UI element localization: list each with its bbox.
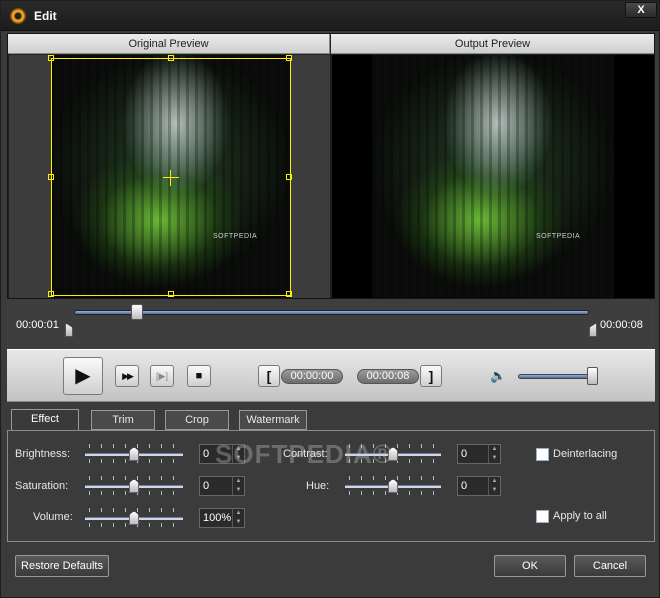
output-video-frame: SOFTPEDIA bbox=[372, 55, 614, 298]
playback-controls: ▶ ▶▶ [▶] ■ [ 00:00:00 00:00:08 ] 🔈 bbox=[7, 349, 655, 402]
fast-forward-icon: ▶▶ bbox=[122, 371, 134, 381]
play-button[interactable]: ▶ bbox=[63, 357, 103, 395]
hue-spinbox[interactable]: 0 ▲ ▼ bbox=[457, 476, 501, 496]
tab-effect[interactable]: Effect bbox=[11, 409, 79, 431]
contrast-value: 0 bbox=[461, 448, 468, 460]
crop-handle-right[interactable] bbox=[286, 174, 292, 180]
close-button[interactable]: X bbox=[625, 2, 657, 18]
contrast-label: Contrast: bbox=[283, 448, 328, 460]
next-frame-button[interactable]: ▶▶ bbox=[115, 365, 139, 387]
app-logo-icon bbox=[10, 8, 26, 24]
trim-start-marker[interactable] bbox=[65, 323, 73, 337]
set-end-button[interactable]: ] bbox=[420, 365, 442, 387]
end-time-display: 00:00:08 bbox=[357, 369, 419, 384]
trim-end-marker[interactable] bbox=[589, 323, 597, 337]
title-bar: Edit X bbox=[1, 1, 659, 31]
crop-handle-bottom-left[interactable] bbox=[48, 291, 54, 297]
crop-handle-top-right[interactable] bbox=[286, 55, 292, 61]
window-title: Edit bbox=[34, 9, 57, 23]
volume-slider-track[interactable] bbox=[518, 374, 598, 379]
edit-tabs: Effect Trim Crop Watermark bbox=[7, 409, 655, 431]
restore-defaults-button[interactable]: Restore Defaults bbox=[15, 555, 109, 577]
edit-dialog: Edit X Original Preview Output Preview S… bbox=[0, 0, 660, 598]
volume-label: Volume: bbox=[33, 511, 73, 523]
spinner-arrows-icon[interactable]: ▲ ▼ bbox=[488, 477, 500, 495]
hue-label: Hue: bbox=[306, 480, 330, 492]
crop-handle-bottom[interactable] bbox=[168, 291, 174, 297]
crosshair-icon bbox=[163, 177, 179, 178]
saturation-label: Saturation: bbox=[15, 480, 69, 492]
crop-handle-top-left[interactable] bbox=[48, 55, 54, 61]
timeline-track[interactable] bbox=[74, 310, 589, 315]
spinner-arrows-icon[interactable]: ▲ ▼ bbox=[232, 477, 244, 495]
timeline-end-time: 00:00:08 bbox=[600, 319, 643, 331]
saturation-value: 0 bbox=[203, 480, 210, 492]
stop-button[interactable]: ■ bbox=[187, 365, 211, 387]
spinner-arrows-icon[interactable]: ▲ ▼ bbox=[488, 445, 500, 463]
tab-crop[interactable]: Crop bbox=[165, 410, 229, 430]
deinterlacing-checkbox[interactable] bbox=[536, 448, 549, 461]
crop-handle-left[interactable] bbox=[48, 174, 54, 180]
output-preview-header: Output Preview bbox=[331, 34, 654, 54]
crop-handle-top[interactable] bbox=[168, 55, 174, 61]
output-preview-pane: SOFTPEDIA bbox=[332, 55, 654, 298]
contrast-spinbox[interactable]: 0 ▲ ▼ bbox=[457, 444, 501, 464]
cancel-button[interactable]: Cancel bbox=[574, 555, 646, 577]
apply-to-all-checkbox[interactable] bbox=[536, 510, 549, 523]
volume-slider-thumb[interactable] bbox=[587, 367, 598, 385]
play-icon: ▶ bbox=[75, 365, 91, 387]
volume-icon[interactable]: 🔈 bbox=[490, 368, 508, 384]
stop-icon: ■ bbox=[195, 370, 203, 382]
snapshot-icon: [▶] bbox=[156, 371, 168, 381]
original-preview-pane: SOFTPEDIA bbox=[9, 55, 330, 298]
original-preview-header: Original Preview bbox=[8, 34, 330, 54]
saturation-spinbox[interactable]: 0 ▲ ▼ bbox=[199, 476, 245, 496]
tab-watermark[interactable]: Watermark bbox=[239, 410, 307, 430]
tab-trim[interactable]: Trim bbox=[91, 410, 155, 430]
set-start-button[interactable]: [ bbox=[258, 365, 280, 387]
spinner-arrows-icon[interactable]: ▲ ▼ bbox=[232, 445, 244, 463]
brightness-spinbox[interactable]: 0 ▲ ▼ bbox=[199, 444, 245, 464]
preview-panel: Original Preview Output Preview SOFTPEDI… bbox=[7, 33, 655, 299]
crop-frame[interactable] bbox=[48, 55, 292, 297]
spinner-arrows-icon[interactable]: ▲ ▼ bbox=[232, 509, 244, 527]
start-time-display: 00:00:00 bbox=[281, 369, 343, 384]
brightness-label: Brightness: bbox=[15, 448, 71, 460]
crop-handle-bottom-right[interactable] bbox=[286, 291, 292, 297]
hue-value: 0 bbox=[461, 480, 468, 492]
snapshot-button[interactable]: [▶] bbox=[150, 365, 174, 387]
volume-spinbox[interactable]: 100% ▲ ▼ bbox=[199, 508, 245, 528]
apply-to-all-label[interactable]: Apply to all bbox=[553, 510, 607, 522]
brightness-value: 0 bbox=[203, 448, 210, 460]
timeline-scrubber-thumb[interactable] bbox=[131, 304, 143, 320]
timeline-start-time: 00:00:01 bbox=[16, 319, 59, 331]
timeline: 00:00:01 00:00:08 bbox=[7, 299, 655, 349]
output-video-watermark-text: SOFTPEDIA bbox=[536, 233, 581, 240]
crosshair-vertical bbox=[170, 170, 171, 186]
ok-button[interactable]: OK bbox=[494, 555, 566, 577]
deinterlacing-label[interactable]: Deinterlacing bbox=[553, 448, 617, 460]
volume-value: 100% bbox=[203, 512, 232, 524]
